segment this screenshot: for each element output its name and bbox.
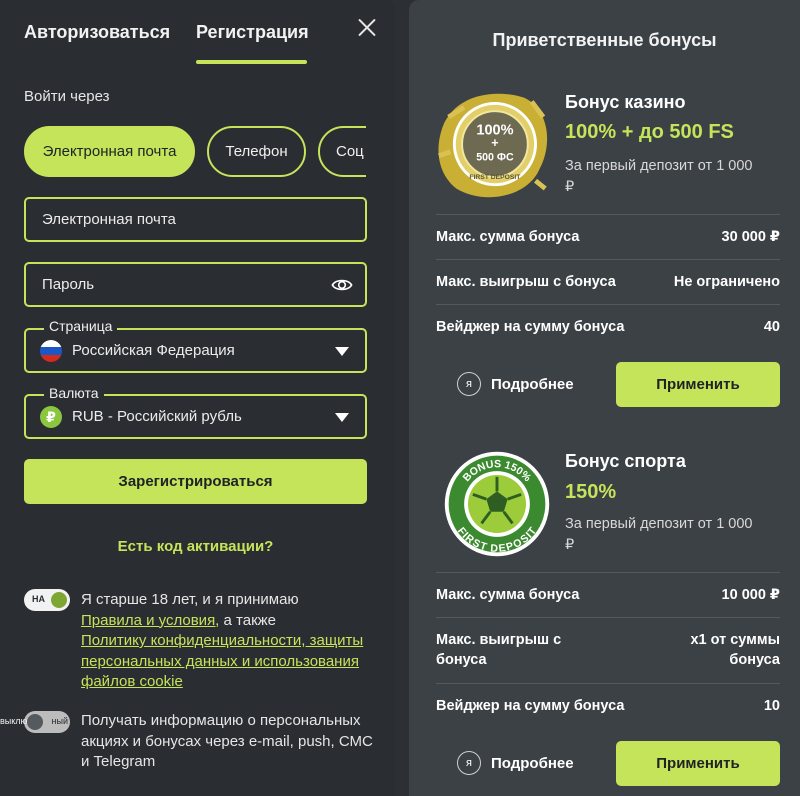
row-label: Макс. сумма бонуса <box>436 587 580 603</box>
chevron-down-icon <box>335 413 349 422</box>
country-label: Страница <box>44 318 118 334</box>
row-label: Макс. выигрыш с бонуса <box>436 632 562 668</box>
casino-apply-button[interactable]: Применить <box>616 362 780 407</box>
casino-badge-plus: + <box>491 136 498 150</box>
tab-register[interactable]: Регистрация <box>196 22 309 43</box>
sport-row-max-bonus: Макс. сумма бонуса 10 000 ₽ <box>436 585 780 605</box>
toggle-knob <box>27 714 43 730</box>
row-label: Макс. сумма бонуса <box>436 229 580 245</box>
row-value: Не ограничено <box>673 274 780 290</box>
divider <box>436 214 780 215</box>
row-label: Вейджер на сумму бонуса <box>436 698 625 714</box>
sport-bonus-name: Бонус спорта <box>565 451 686 471</box>
info-icon: я <box>457 751 481 775</box>
currency-label: Валюта <box>44 385 104 401</box>
sport-row-wager: Вейджер на сумму бонуса 10 <box>436 696 780 716</box>
activation-code-link[interactable]: Есть код активации? <box>24 538 367 555</box>
more-label: Подробнее <box>491 754 574 772</box>
row-value: 30 000 ₽ <box>721 229 780 245</box>
registration-panel: Авторизоваться Регистрация Войти через Э… <box>0 0 395 796</box>
casino-row-max-bonus: Макс. сумма бонуса 30 000 ₽ <box>436 227 780 247</box>
consent-middle: а также <box>219 611 277 629</box>
active-tab-indicator <box>196 60 307 64</box>
casino-bonus-name: Бонус казино <box>565 92 686 112</box>
info-icon: я <box>457 372 481 396</box>
sport-apply-button[interactable]: Применить <box>616 741 780 786</box>
sport-row-max-win: Макс. выигрыш с бонуса х1 от суммы бонус… <box>436 630 780 670</box>
russia-flag-icon <box>40 340 62 362</box>
eye-icon[interactable] <box>331 274 353 296</box>
row-value: 40 <box>763 319 780 335</box>
login-via-label: Войти через <box>24 88 110 105</box>
consent-prefix: Я старше 18 лет, и я принимаю <box>81 591 299 608</box>
password-placeholder: Пароль <box>42 276 95 293</box>
divider <box>436 304 780 305</box>
toggle-off-prefix: выклю <box>0 716 28 726</box>
row-value: 10 <box>763 698 780 714</box>
newsletter-toggle[interactable]: выклю ный <box>0 711 70 733</box>
privacy-link[interactable]: Политику конфиденциальности, защиты перс… <box>81 632 363 690</box>
sport-bonus-condition: За первый депозит от 1 000 ₽ <box>565 516 753 553</box>
method-email-button[interactable]: Электронная почта <box>24 126 195 177</box>
newsletter-text: Получать информацию о персональных акция… <box>81 712 373 770</box>
sport-bonus-amount: 150% <box>565 481 617 503</box>
casino-badge-ribbon: FIRST DEPOSIT <box>469 174 521 181</box>
divider <box>436 572 780 573</box>
country-value: Российская Федерация <box>72 342 235 359</box>
casino-more-button[interactable]: я Подробнее <box>457 372 574 396</box>
casino-bonus-amount: 100% + до 500 FS <box>565 121 734 143</box>
row-value: 10 000 ₽ <box>721 587 780 603</box>
bonuses-panel: Приветственные бонусы 100% + 500 ФС FIRS… <box>409 0 800 796</box>
sport-bonus-badge-icon: BONUS 150% FIRST DEPOSIT <box>444 451 550 557</box>
row-value: х1 от суммы бонуса <box>690 632 780 668</box>
email-field[interactable]: Электронная почта <box>24 197 367 242</box>
divider <box>436 259 780 260</box>
age-consent-toggle[interactable]: НА <box>24 589 70 611</box>
casino-row-max-win: Макс. выигрыш с бонуса Не ограничено <box>436 272 780 292</box>
password-field[interactable]: Пароль <box>24 262 367 307</box>
toggle-off-label: ный <box>51 716 68 726</box>
age-consent-text: Я старше 18 лет, и я принимаю Правила и … <box>81 590 381 693</box>
row-label: Макс. выигрыш с бонуса <box>436 274 616 290</box>
tab-login[interactable]: Авторизоваться <box>24 22 170 43</box>
more-label: Подробнее <box>491 375 574 393</box>
toggle-on-label: НА <box>32 594 45 604</box>
divider <box>436 683 780 684</box>
divider <box>436 617 780 618</box>
ruble-icon: ₽ <box>40 406 62 428</box>
toggle-knob <box>51 592 67 608</box>
casino-bonus-condition: За первый депозит от 1 000 ₽ <box>565 158 753 195</box>
casino-badge-line2: 500 ФС <box>476 152 514 164</box>
register-button[interactable]: Зарегистрироваться <box>24 459 367 504</box>
casino-bonus-badge-icon: 100% + 500 ФС FIRST DEPOSIT <box>438 93 548 198</box>
casino-row-wager: Вейджер на сумму бонуса 40 <box>436 317 780 337</box>
auth-tabs: Авторизоваться Регистрация <box>0 0 395 66</box>
close-icon[interactable] <box>356 16 378 38</box>
chevron-down-icon <box>335 347 349 356</box>
currency-value: RUB - Российский рубль <box>72 408 242 425</box>
method-phone-button[interactable]: Телефон <box>207 126 306 177</box>
terms-link[interactable]: Правила и условия, <box>81 612 219 629</box>
bonuses-title: Приветственные бонусы <box>492 30 717 50</box>
country-select[interactable]: Российская Федерация <box>24 328 367 373</box>
methods-scroll-fade <box>366 120 395 184</box>
row-label: Вейджер на сумму бонуса <box>436 319 625 335</box>
sport-more-button[interactable]: я Подробнее <box>457 751 574 775</box>
